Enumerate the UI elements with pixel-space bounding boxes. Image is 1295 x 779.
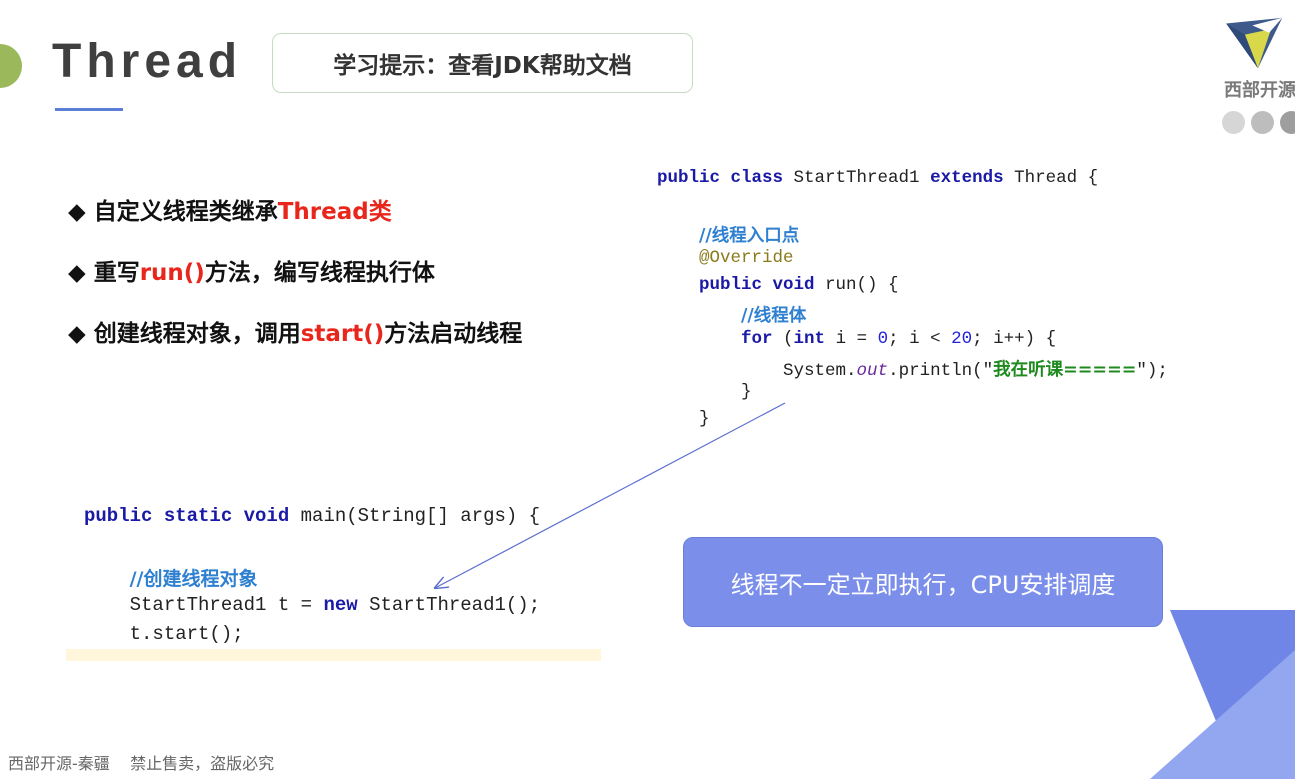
arrow-connector [0, 402, 1295, 779]
footer-text: 西部开源-秦疆 禁止售卖，盗版必究 [8, 754, 275, 773]
callout-box: 线程不一定立即执行，CPU安排调度 [683, 537, 1163, 627]
